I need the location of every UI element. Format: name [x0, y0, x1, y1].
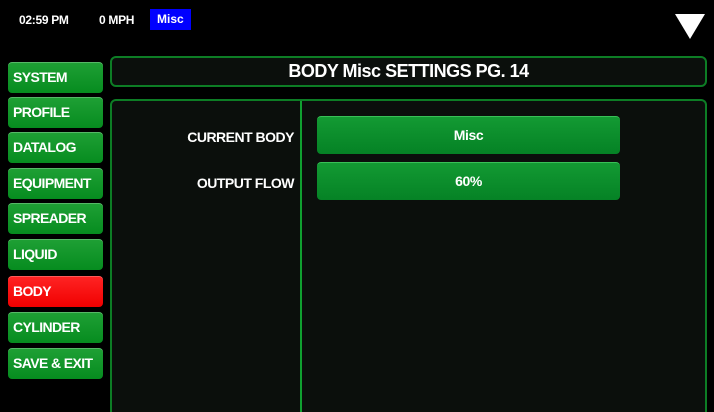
page-title: BODY Misc SETTINGS PG. 14 [110, 56, 707, 87]
current-body-button[interactable]: Misc [317, 116, 620, 154]
menu-dropdown-button[interactable] [673, 12, 707, 40]
sidebar-item-save-exit[interactable]: SAVE & EXIT [8, 348, 103, 379]
sidebar-item-liquid[interactable]: LIQUID [8, 239, 103, 270]
output-flow-button[interactable]: 60% [317, 162, 620, 200]
sidebar-item-datalog[interactable]: DATALOG [8, 132, 103, 163]
active-body-badge: Misc [150, 9, 191, 30]
sidebar-item-system[interactable]: SYSTEM [8, 62, 103, 93]
sidebar-item-profile[interactable]: PROFILE [8, 97, 103, 128]
app-screen: 02:59 PM 0 MPH Misc SYSTEM PROFILE DATAL… [0, 0, 714, 412]
speed-display: 0 MPH [99, 13, 135, 27]
current-body-label: CURRENT BODY [187, 129, 294, 145]
panel-divider [300, 101, 302, 412]
sidebar-item-equipment[interactable]: EQUIPMENT [8, 168, 103, 199]
status-bar: 02:59 PM 0 MPH Misc [0, 0, 714, 40]
sidebar-item-body[interactable]: BODY [8, 276, 103, 307]
sidebar-item-cylinder[interactable]: CYLINDER [8, 312, 103, 343]
clock-display: 02:59 PM [19, 13, 69, 27]
output-flow-label: OUTPUT FLOW [196, 175, 295, 191]
sidebar-item-spreader[interactable]: SPREADER [8, 203, 103, 234]
triangle-down-icon [675, 14, 705, 39]
